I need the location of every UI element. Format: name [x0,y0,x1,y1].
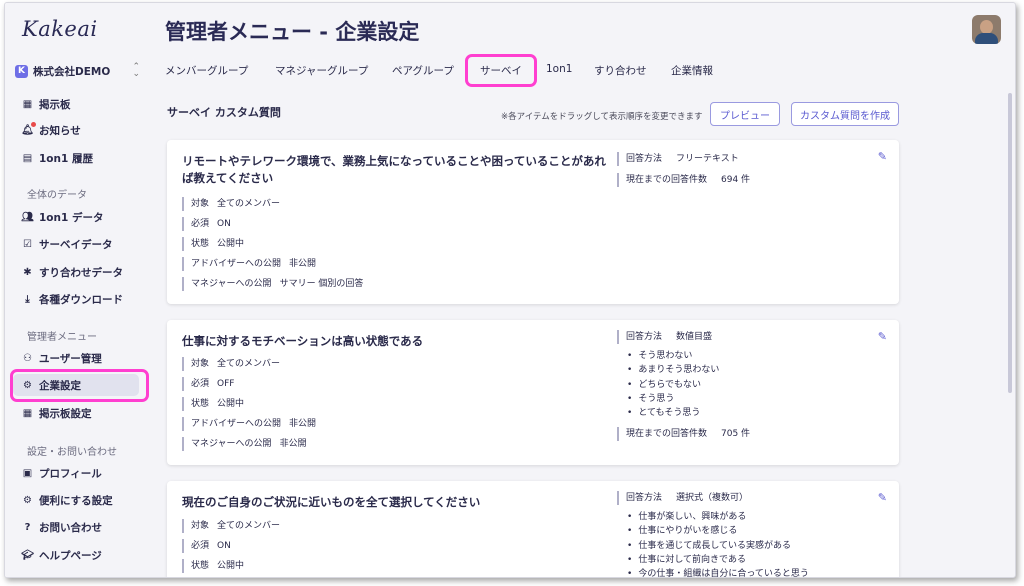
notification-dot [31,122,36,127]
section-label-admin: 管理者メニュー [27,332,97,343]
attr-status: 状態 公開中 [182,237,244,251]
answer-count: 現在までの回答件数 705 件 [617,427,750,441]
help-circle-icon: ? [24,521,31,533]
board-settings-icon: ▦ [22,407,33,419]
section-label-settings: 設定・お問い合わせ [27,447,117,458]
board-icon: ▦ [22,98,33,110]
option-item: 今の仕事・組織は自分に合っていると思う [627,568,809,577]
option-item: そう思う [627,393,674,406]
attr-target: 対象 全てのメンバー [182,197,280,211]
sidebar-item-1on1-history[interactable]: ▤ 1on1 履歴 [13,147,139,169]
option-item: 仕事に対して前向きである [627,554,746,567]
attr-target: 対象 全てのメンバー [182,357,280,371]
download-icon: ⤓ [25,293,30,305]
avatar[interactable] [972,15,1001,44]
edit-pencil-icon[interactable]: ✎ [878,330,887,343]
tab-manager-group[interactable]: マネジャーグループ [275,63,368,78]
company-switcher[interactable]: K 株式会社DEMO ⌃ ⌄ [15,60,140,82]
tab-member-group[interactable]: メンバーグループ [165,63,248,78]
answer-type: 回答方法 数値目盛 [617,330,712,344]
attr-advisor-visibility: アドバイザーへの公開 非公開 [182,257,316,271]
attr-manager-visibility: マネジャーへの公開 サマリー 個別の回答 [182,277,363,291]
option-item: あまりそう思わない [627,364,719,377]
sidebar-item-contact[interactable]: ? お問い合わせ [13,516,139,538]
profile-icon: ▣ [22,467,33,479]
option-item: どちらでもない [627,379,701,392]
answer-type: 回答方法 選択式（複数可） [617,491,748,505]
attr-required: 必須 ON [182,539,231,553]
app-logo: Kakeai [22,17,98,41]
question-text: 仕事に対するモチベーションは高い状態である [182,334,424,348]
survey-icon: ☑ [23,238,32,250]
question-card[interactable]: 現在のご自身のご状況に近いものを全て選択してください 対象 全てのメンバー 必須 O… [167,481,899,577]
answer-type: 回答方法 フリーテキスト [617,152,739,166]
section-label-data: 全体のデータ [27,190,87,201]
history-icon: ▤ [22,152,33,164]
option-item: そう思わない [627,350,692,363]
question-text: リモートやテレワーク環境で、業務上気になっていることや困っていることがあれば教え… [182,154,606,185]
sidebar-item-preferences[interactable]: ⚙ 便利にする設定 [13,489,139,511]
option-item: 仕事を通じて成長している実感がある [627,540,791,553]
avatar-body [975,33,998,44]
option-item: 仕事が楽しい、興味がある [627,511,746,524]
attr-required: 必須 OFF [182,377,234,391]
sidebar-item-profile[interactable]: ▣ プロフィール [13,462,139,484]
puzzle-icon: ✱ [23,266,32,278]
app-window: Kakeai K 株式会社DEMO ⌃ ⌄ ▦ 掲示板 🔔︎ お知らせ ▤ 1on… [4,2,1016,578]
sidebar-item-help[interactable]: 🎓︎ ヘルプページ [13,544,139,566]
option-item: とてもそう思う [627,407,700,420]
sidebar-item-1on1-data[interactable]: 👥︎ 1on1 データ [13,206,139,228]
sidebar-item-alignment-data[interactable]: ✱ すり合わせデータ [13,261,139,283]
tab-pair-group[interactable]: ペアグループ [392,63,454,78]
avatar-face [980,20,993,34]
attr-status: 状態 公開中 [182,559,244,573]
sidebar-item-board[interactable]: ▦ 掲示板 [13,93,139,115]
gear-icon: ⚙ [23,494,32,506]
sidebar-item-board-settings[interactable]: ▦ 掲示板設定 [13,402,139,424]
edit-pencil-icon[interactable]: ✎ [878,491,887,504]
attr-target: 対象 全てのメンバー [182,519,280,533]
company-name: 株式会社DEMO [33,65,111,78]
tab-company-info[interactable]: 企業情報 [671,63,713,78]
highlight-company-settings [10,369,149,402]
sidebar-item-survey-data[interactable]: ☑ サーベイデータ [13,233,139,255]
option-item: 仕事にやりがいを感じる [627,525,737,538]
user-manage-icon: ⚇ [23,352,32,364]
edit-pencil-icon[interactable]: ✎ [878,150,887,163]
people-icon: 👥︎ [21,211,34,223]
chevron-updown-icon: ⌃ ⌄ [132,62,140,79]
question-text: 現在のご自身のご状況に近いものを全て選択してください [182,495,481,509]
tab-alignment[interactable]: すり合わせ [594,63,647,78]
section-title: サーベイ カスタム質問 [167,106,281,119]
attr-advisor-visibility: アドバイザーへの公開 非公開 [182,417,316,431]
sidebar-item-user-management[interactable]: ⚇ ユーザー管理 [13,347,139,369]
page-title: 管理者メニュー - 企業設定 [165,20,420,44]
graduation-cap-icon: 🎓︎ [21,549,34,561]
tab-1on1[interactable]: 1on1 [546,63,572,75]
drag-hint: ※各アイテムをドラッグして表示順序を変更できます [501,112,703,122]
company-badge-icon: K [15,64,28,78]
sidebar: Kakeai K 株式会社DEMO ⌃ ⌄ ▦ 掲示板 🔔︎ お知らせ ▤ 1on… [5,3,150,577]
question-card[interactable]: リモートやテレワーク環境で、業務上気になっていることや困っていることがあれば教え… [167,140,899,304]
attr-manager-visibility: マネジャーへの公開 非公開 [182,437,307,451]
scrollbar[interactable] [1008,93,1012,393]
create-question-button[interactable]: カスタム質問を作成 [791,102,899,126]
sidebar-item-downloads[interactable]: ⤓ 各種ダウンロード [13,288,139,310]
highlight-survey-tab [465,54,537,87]
answer-count: 現在までの回答件数 694 件 [617,173,750,187]
question-card[interactable]: 仕事に対するモチベーションは高い状態である 対象 全てのメンバー 必須 OFF 状態… [167,320,899,465]
attr-required: 必須 ON [182,217,231,231]
preview-button[interactable]: プレビュー [710,102,780,126]
attr-status: 状態 公開中 [182,397,244,411]
